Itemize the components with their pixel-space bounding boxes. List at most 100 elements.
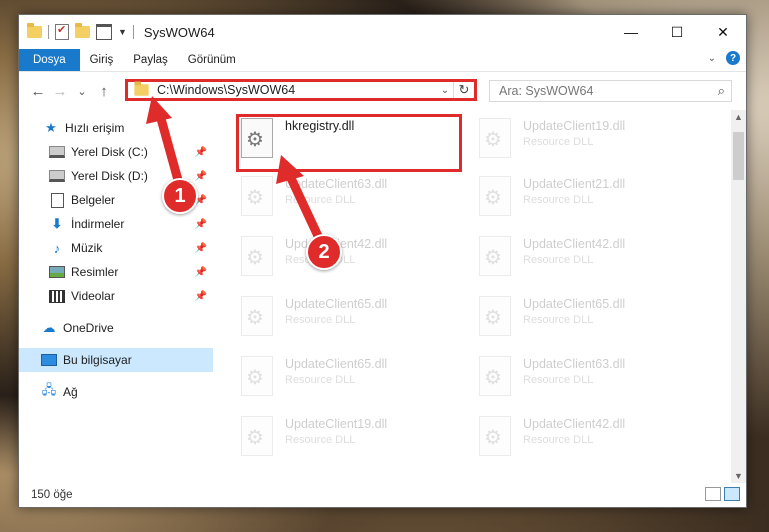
chevron-down-icon[interactable]: ▼ bbox=[118, 27, 127, 37]
view-buttons bbox=[705, 487, 740, 501]
file-name: UpdateClient21.dll bbox=[523, 177, 626, 191]
download-icon: ⬇ bbox=[51, 216, 63, 231]
dll-file-icon bbox=[479, 416, 511, 456]
file-name: UpdateClient19.dll bbox=[523, 119, 626, 133]
file-item[interactable]: UpdateClient63.dll Resource DLL bbox=[479, 354, 703, 400]
sidebar-item-label: Resimler bbox=[71, 265, 119, 279]
pin-icon[interactable]: 📌 bbox=[195, 171, 207, 182]
pin-icon[interactable]: 📌 bbox=[195, 267, 207, 278]
tab-home[interactable]: Giriş bbox=[80, 49, 124, 71]
file-item[interactable]: UpdateClient42.dll Resource DLL bbox=[241, 234, 465, 280]
music-icon: ♪ bbox=[53, 240, 61, 256]
tiles-view-icon[interactable] bbox=[724, 487, 740, 501]
file-item[interactable]: UpdateClient63.dll Resource DLL bbox=[241, 174, 465, 220]
sidebar-item-onedrive[interactable]: ☁ OneDrive bbox=[19, 316, 213, 340]
new-folder-icon[interactable] bbox=[75, 23, 90, 38]
help-icon[interactable]: ? bbox=[726, 51, 740, 65]
file-type: Resource DLL bbox=[523, 254, 594, 266]
pictures-icon bbox=[49, 265, 65, 279]
file-name: UpdateClient65.dll bbox=[285, 297, 388, 311]
sidebar-item-network[interactable]: 🖧 Ağ bbox=[19, 380, 213, 404]
sidebar-item-music[interactable]: ♪ Müzik 📌 bbox=[19, 236, 213, 260]
up-button[interactable]: ↑ bbox=[93, 83, 115, 100]
sidebar-item-local-disk-c[interactable]: Yerel Disk (C:) 📌 bbox=[19, 140, 213, 164]
dll-file-icon bbox=[241, 356, 273, 396]
dll-file-icon bbox=[479, 296, 511, 336]
ribbon-tabs: Dosya Giriş Paylaş Görünüm ⌄ ? bbox=[19, 49, 746, 72]
scroll-up-icon[interactable]: ▲ bbox=[731, 112, 746, 122]
dll-file-icon bbox=[241, 176, 273, 216]
search-input[interactable]: Ara: SysWOW64 ⌕ bbox=[489, 80, 732, 102]
scrollbar-thumb[interactable] bbox=[733, 132, 744, 180]
back-button[interactable]: ← bbox=[27, 83, 49, 100]
file-highlight-box bbox=[236, 114, 462, 172]
quick-access-toolbar: ▼ bbox=[19, 23, 134, 40]
file-name: UpdateClient63.dll bbox=[285, 177, 388, 191]
sidebar-item-label: Ağ bbox=[63, 385, 78, 399]
file-name: UpdateClient65.dll bbox=[523, 297, 626, 311]
pin-icon[interactable]: 📌 bbox=[195, 291, 207, 302]
sidebar-item-label: Yerel Disk (D:) bbox=[71, 169, 148, 183]
tab-view[interactable]: Görünüm bbox=[178, 49, 246, 71]
minimize-button[interactable]: — bbox=[608, 15, 654, 49]
pin-icon[interactable]: 📌 bbox=[195, 243, 207, 254]
close-button[interactable]: ✕ bbox=[700, 15, 746, 49]
folder-icon bbox=[27, 23, 42, 38]
sidebar-item-label: Bu bilgisayar bbox=[63, 353, 132, 367]
dll-file-icon bbox=[241, 296, 273, 336]
pin-icon[interactable]: 📌 bbox=[195, 147, 207, 158]
item-count: 150 öğe bbox=[31, 489, 73, 501]
file-item[interactable]: UpdateClient19.dll Resource DLL bbox=[241, 414, 465, 460]
maximize-button[interactable]: ☐ bbox=[654, 15, 700, 49]
customize-icon[interactable] bbox=[96, 24, 112, 40]
drive-icon bbox=[49, 169, 65, 183]
sidebar-item-quick-access[interactable]: ★ Hızlı erişim bbox=[19, 116, 213, 140]
scroll-down-icon[interactable]: ▼ bbox=[731, 471, 746, 481]
step-badge-2: 2 bbox=[306, 234, 342, 270]
navigation-pane: ★ Hızlı erişim Yerel Disk (C:) 📌 Yerel D… bbox=[19, 110, 213, 483]
window-controls: — ☐ ✕ bbox=[608, 15, 746, 49]
tab-share[interactable]: Paylaş bbox=[123, 49, 178, 71]
file-item[interactable]: UpdateClient65.dll Resource DLL bbox=[479, 294, 703, 340]
refresh-button[interactable]: ↻ bbox=[453, 82, 474, 98]
sidebar-item-pictures[interactable]: Resimler 📌 bbox=[19, 260, 213, 284]
file-type: Resource DLL bbox=[285, 194, 356, 206]
vertical-scrollbar[interactable]: ▲ ▼ bbox=[731, 110, 746, 483]
dll-file-icon bbox=[479, 176, 511, 216]
expand-ribbon-icon[interactable]: ⌄ bbox=[708, 53, 716, 64]
ribbon-right: ⌄ ? bbox=[708, 51, 740, 65]
sidebar-item-this-pc[interactable]: Bu bilgisayar bbox=[19, 348, 213, 372]
dll-file-icon bbox=[241, 236, 273, 276]
pin-icon[interactable]: 📌 bbox=[195, 219, 207, 230]
sidebar-item-label: İndirmeler bbox=[71, 217, 125, 231]
file-type: Resource DLL bbox=[523, 194, 594, 206]
file-item[interactable]: UpdateClient42.dll Resource DLL bbox=[479, 414, 703, 460]
videos-icon bbox=[49, 289, 65, 303]
file-item[interactable]: UpdateClient19.dll Resource DLL bbox=[479, 116, 703, 162]
address-bar[interactable]: C:\Windows\SysWOW64 ⌄ ↻ bbox=[125, 79, 477, 101]
sidebar-item-downloads[interactable]: ⬇ İndirmeler 📌 bbox=[19, 212, 213, 236]
file-item[interactable]: UpdateClient21.dll Resource DLL bbox=[479, 174, 703, 220]
search-placeholder: Ara: SysWOW64 bbox=[499, 84, 594, 98]
properties-check-icon[interactable] bbox=[55, 23, 69, 40]
search-icon[interactable]: ⌕ bbox=[718, 83, 725, 99]
sidebar-item-videos[interactable]: Videolar 📌 bbox=[19, 284, 213, 308]
file-item[interactable]: UpdateClient65.dll Resource DLL bbox=[241, 354, 465, 400]
file-name: UpdateClient19.dll bbox=[285, 417, 388, 431]
file-type: Resource DLL bbox=[523, 136, 594, 148]
explorer-window: ▼ SysWOW64 — ☐ ✕ Dosya Giriş Paylaş Görü… bbox=[18, 14, 747, 508]
dll-file-icon bbox=[479, 356, 511, 396]
star-icon: ★ bbox=[45, 120, 57, 135]
tab-file[interactable]: Dosya bbox=[19, 49, 80, 71]
address-dropdown-icon[interactable]: ⌄ bbox=[437, 85, 453, 96]
address-path[interactable]: C:\Windows\SysWOW64 bbox=[157, 83, 437, 97]
forward-button[interactable]: → bbox=[49, 83, 71, 100]
file-item[interactable]: UpdateClient42.dll Resource DLL bbox=[479, 234, 703, 280]
recent-locations-button[interactable]: ⌄ bbox=[71, 85, 93, 98]
sidebar-item-label: OneDrive bbox=[63, 321, 114, 335]
file-item[interactable]: UpdateClient65.dll Resource DLL bbox=[241, 294, 465, 340]
dll-file-icon bbox=[241, 416, 273, 456]
file-name: UpdateClient63.dll bbox=[523, 357, 626, 371]
details-view-icon[interactable] bbox=[705, 487, 721, 501]
file-name: UpdateClient65.dll bbox=[285, 357, 388, 371]
